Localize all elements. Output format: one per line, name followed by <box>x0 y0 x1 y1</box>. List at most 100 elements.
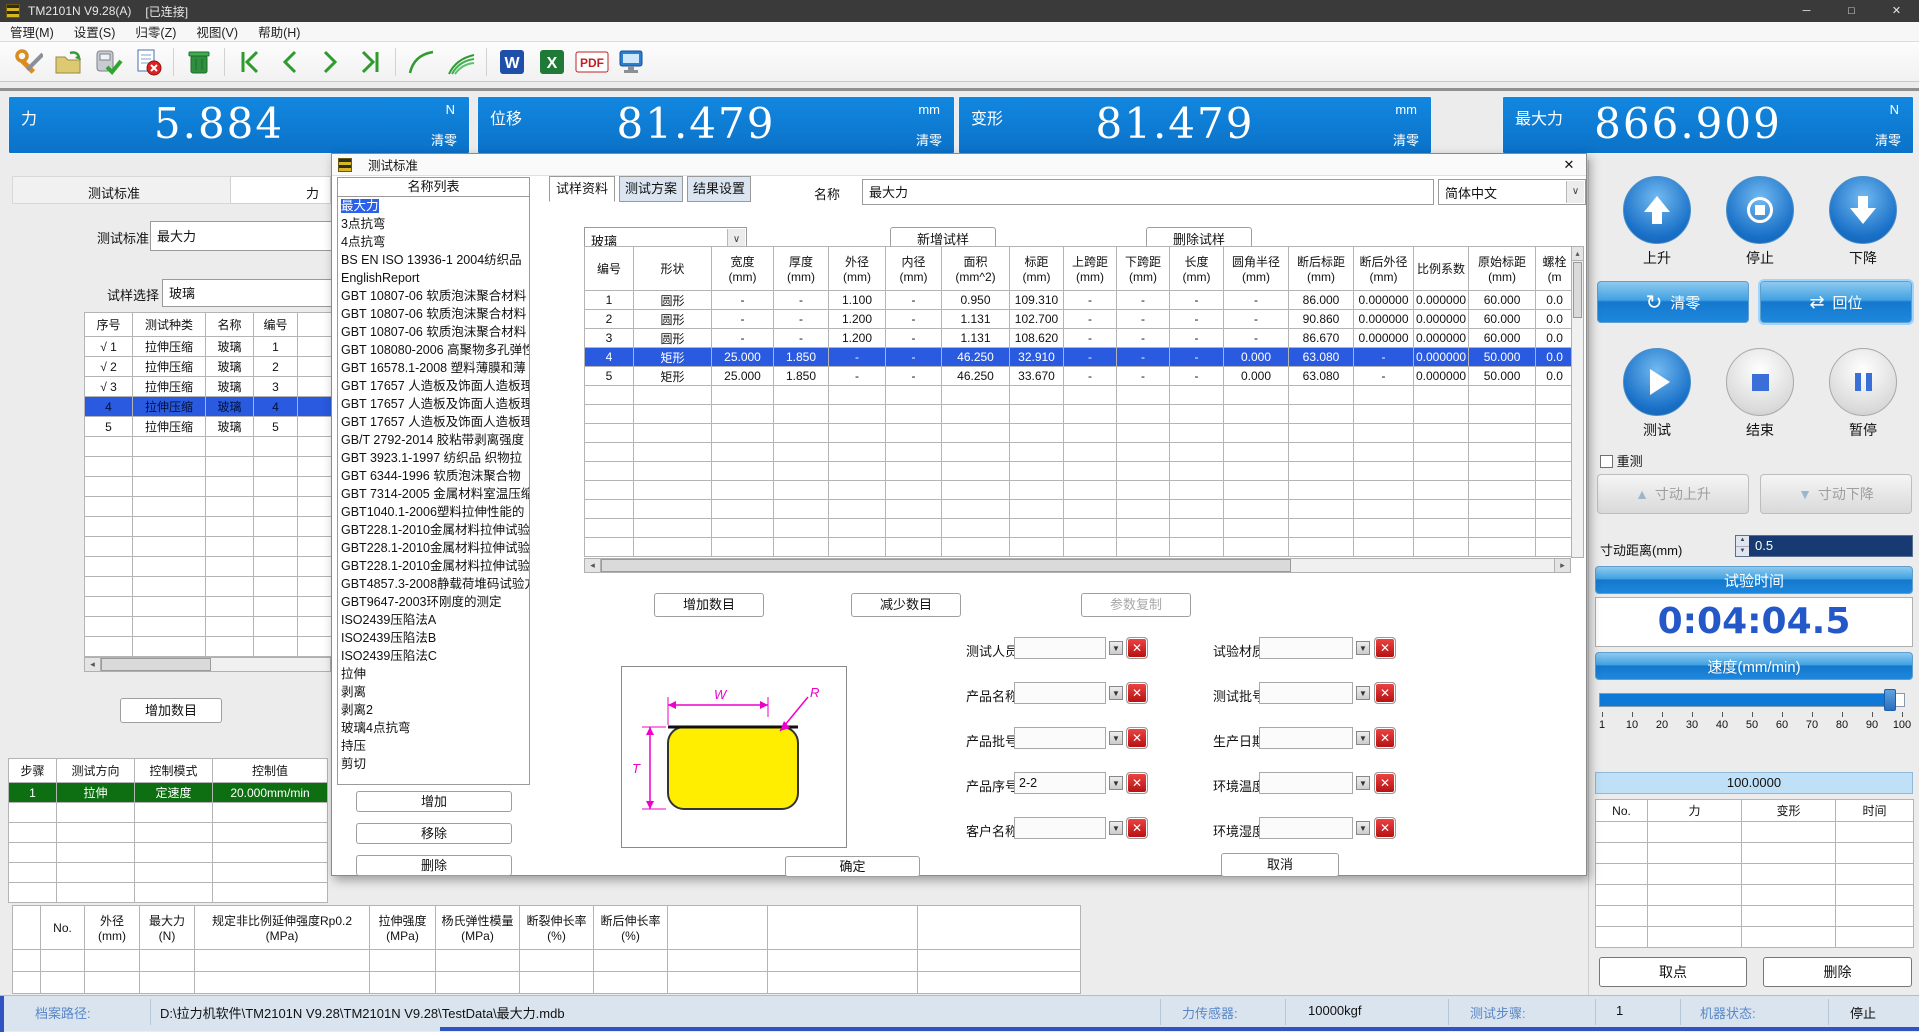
dialog-close-icon[interactable]: ✕ <box>1560 157 1578 173</box>
delete-point-button[interactable]: 删除 <box>1763 957 1912 987</box>
nav-prev-icon[interactable] <box>270 45 310 79</box>
close-button[interactable]: ✕ <box>1874 0 1919 22</box>
inch-distance-value[interactable]: 0.5 <box>1749 536 1912 556</box>
clear-field-icon[interactable]: ✕ <box>1374 772 1396 794</box>
spin-up-icon[interactable]: ▲ <box>1736 536 1749 546</box>
checkbox-icon[interactable] <box>1600 455 1613 468</box>
standard-list-item[interactable]: GBT228.1-2010金属材料拉伸试验 <box>338 539 529 557</box>
inch-distance-spinner[interactable]: ▲ ▼ 0.5 <box>1735 535 1913 557</box>
delete-report-icon[interactable] <box>128 45 168 79</box>
clear-field-icon[interactable]: ✕ <box>1374 817 1396 839</box>
specimen-table-hscrollbar[interactable]: ◂ ▸ <box>584 558 1571 573</box>
table-row[interactable]: 4矩形25.0001.850--46.25032.910---0.00063.0… <box>585 348 1574 367</box>
dropdown-icon[interactable]: ▼ <box>1356 776 1370 790</box>
gauge-clear-button[interactable]: 清零 <box>916 130 942 149</box>
scroll-right-icon[interactable]: ▸ <box>1554 559 1570 572</box>
increase-count-button[interactable]: 增加数目 <box>654 593 764 617</box>
list-delete-button[interactable]: 删除 <box>356 855 512 876</box>
dropdown-icon[interactable]: ▼ <box>1356 731 1370 745</box>
table-row[interactable]: 3圆形--1.200-1.131108.620----86.6700.00000… <box>585 329 1574 348</box>
excel-export-icon[interactable]: X <box>532 45 572 79</box>
standard-list-item[interactable]: 3点抗弯 <box>338 215 529 233</box>
sample-select-input[interactable]: 玻璃 <box>162 279 345 307</box>
test-pause-button[interactable] <box>1829 348 1897 416</box>
menu-item[interactable]: 帮助(H) <box>248 22 310 41</box>
test-start-button[interactable] <box>1623 348 1691 416</box>
standard-list-item[interactable]: 最大力 <box>338 197 529 215</box>
form-field[interactable] <box>1259 727 1353 749</box>
scroll-up-icon[interactable]: ▴ <box>1572 247 1583 261</box>
tab-curve-label[interactable]: 力 <box>306 183 319 202</box>
scroll-left-icon[interactable]: ◂ <box>85 658 101 671</box>
clear-field-icon[interactable]: ✕ <box>1374 727 1396 749</box>
standard-list-item[interactable]: ISO2439压陷法A <box>338 611 529 629</box>
standard-list-item[interactable]: 拉伸 <box>338 665 529 683</box>
chevron-down-icon[interactable]: ∨ <box>1566 181 1584 203</box>
retest-checkbox[interactable]: 重测 <box>1600 451 1643 470</box>
table-row[interactable]: 2圆形--1.200-1.131102.700----90.8600.00000… <box>585 310 1574 329</box>
move-up-button[interactable] <box>1623 176 1691 244</box>
inch-down-button[interactable]: ▼寸动下降 <box>1760 474 1912 514</box>
decrease-count-button[interactable]: 减少数目 <box>851 593 961 617</box>
tab-test-standard[interactable]: 测试标准 <box>88 183 140 202</box>
standard-list-item[interactable]: GBT 3923.1-1997 纺织品 织物拉 <box>338 449 529 467</box>
dropdown-icon[interactable]: ▼ <box>1356 686 1370 700</box>
language-select[interactable]: 简体中文 ∨ <box>1438 179 1586 205</box>
cancel-button[interactable]: 取消 <box>1221 853 1339 877</box>
monitor-icon[interactable] <box>612 45 652 79</box>
scroll-thumb[interactable] <box>101 658 211 671</box>
standard-list-item[interactable]: GBT 17657 人造板及饰面人造板理 <box>338 395 529 413</box>
gauge-clear-button[interactable]: 清零 <box>1875 130 1901 149</box>
test-end-button[interactable] <box>1726 348 1794 416</box>
pdf-export-icon[interactable]: PDF <box>572 45 612 79</box>
motion-stop-button[interactable] <box>1726 176 1794 244</box>
tools-icon[interactable] <box>8 45 48 79</box>
tab-test-plan[interactable]: 测试方案 <box>619 176 683 202</box>
sample-table-hscrollbar[interactable]: ◂ <box>84 657 331 672</box>
copy-params-button[interactable]: 参数复制 <box>1081 593 1191 617</box>
table-row[interactable]: 5矩形25.0001.850--46.25033.670---0.00063.0… <box>585 367 1574 386</box>
menu-item[interactable]: 归零(Z) <box>125 22 186 41</box>
home-button[interactable]: ⇄回位 <box>1760 281 1912 323</box>
standard-list-item[interactable]: GBT228.1-2010金属材料拉伸试验 <box>338 557 529 575</box>
standard-list-item[interactable]: 4点抗弯 <box>338 233 529 251</box>
nav-next-icon[interactable] <box>310 45 350 79</box>
standard-list-item[interactable]: GBT 6344-1996 软质泡沫聚合物 <box>338 467 529 485</box>
nav-first-icon[interactable] <box>230 45 270 79</box>
dropdown-icon[interactable]: ▼ <box>1356 641 1370 655</box>
menu-item[interactable]: 视图(V) <box>186 22 248 41</box>
specimen-table-vscrollbar[interactable]: ▴ <box>1571 246 1584 558</box>
scroll-thumb[interactable] <box>601 559 1291 572</box>
standard-input[interactable]: 最大力 <box>150 221 345 251</box>
ok-button[interactable]: 确定 <box>785 856 920 877</box>
form-field[interactable] <box>1259 682 1353 704</box>
menu-item[interactable]: 管理(M) <box>0 22 64 41</box>
maximize-button[interactable]: □ <box>1829 0 1874 22</box>
device-verify-icon[interactable] <box>88 45 128 79</box>
standard-list-item[interactable]: GBT228.1-2010金属材料拉伸试验 <box>338 521 529 539</box>
clear-field-icon[interactable]: ✕ <box>1374 682 1396 704</box>
spin-down-icon[interactable]: ▼ <box>1736 546 1749 557</box>
scroll-thumb[interactable] <box>1573 262 1582 318</box>
dropdown-icon[interactable]: ▼ <box>1356 821 1370 835</box>
standard-list-item[interactable]: GBT1040.1-2006塑料拉伸性能的 <box>338 503 529 521</box>
standard-list-item[interactable]: GBT 10807-06 软质泡沫聚合材料 <box>338 305 529 323</box>
clear-field-icon[interactable]: ✕ <box>1374 637 1396 659</box>
standard-list-item[interactable]: GBT9647-2003环刚度的测定 <box>338 593 529 611</box>
open-report-icon[interactable] <box>48 45 88 79</box>
table-row[interactable]: 1圆形--1.100-0.950109.310----86.0000.00000… <box>585 291 1574 310</box>
pick-point-button[interactable]: 取点 <box>1599 957 1747 987</box>
standard-list-item[interactable]: GBT 16578.1-2008 塑料薄膜和薄 <box>338 359 529 377</box>
name-input[interactable]: 最大力 <box>862 179 1434 205</box>
word-export-icon[interactable]: W <box>492 45 532 79</box>
gauge-clear-button[interactable]: 清零 <box>1393 130 1419 149</box>
table-row[interactable]: 1拉伸定速度20.000mm/min <box>9 783 328 803</box>
gauge-clear-button[interactable]: 清零 <box>431 130 457 149</box>
form-field[interactable] <box>1259 772 1353 794</box>
spinner-arrows[interactable]: ▲ ▼ <box>1736 536 1749 556</box>
standard-list-item[interactable]: GBT 108080-2006 高聚物多孔弹性 <box>338 341 529 359</box>
zero-button[interactable]: ↻清零 <box>1597 281 1749 323</box>
form-field[interactable] <box>1259 637 1353 659</box>
scroll-left-icon[interactable]: ◂ <box>585 559 601 572</box>
menu-item[interactable]: 设置(S) <box>64 22 126 41</box>
